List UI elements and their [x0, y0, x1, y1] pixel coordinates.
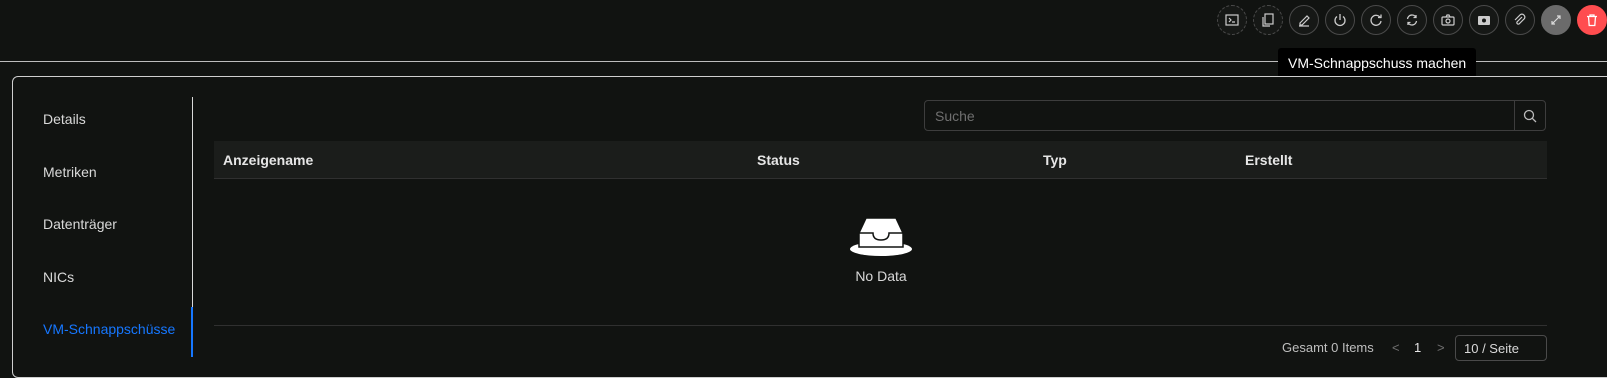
resize-icon — [1551, 15, 1561, 25]
side-menu: Details Metriken Datenträger NICs VM-Sch… — [30, 97, 193, 357]
delete-icon — [1587, 14, 1597, 27]
pagination-prev[interactable]: < — [1392, 340, 1400, 355]
delete-button[interactable] — [1577, 5, 1607, 35]
empty-state-text: No Data — [855, 268, 907, 284]
snapshot-manage-button[interactable] — [1469, 5, 1499, 35]
search-icon — [1523, 109, 1537, 122]
console-icon — [1225, 14, 1239, 26]
menu-item-vm-snapshots[interactable]: VM-Schnappschüsse — [43, 321, 175, 337]
search-button[interactable] — [1514, 101, 1545, 130]
table-header: Anzeigename Status Typ Erstellt — [214, 141, 1547, 179]
edit-icon — [1299, 15, 1310, 27]
snapshot-tooltip: VM-Schnappschuss machen — [1278, 48, 1477, 78]
menu-item-metrics[interactable]: Metriken — [43, 164, 97, 180]
column-header-name[interactable]: Anzeigename — [223, 152, 313, 168]
column-header-status[interactable]: Status — [757, 152, 800, 168]
active-menu-indicator — [191, 307, 193, 357]
clone-icon — [1262, 13, 1274, 27]
restart-icon — [1370, 14, 1382, 26]
search-input[interactable] — [925, 101, 1515, 130]
column-header-created[interactable]: Erstellt — [1245, 152, 1292, 168]
table-bottom-border — [214, 325, 1547, 326]
snapshot-icon — [1478, 16, 1490, 25]
empty-inbox-icon — [850, 217, 912, 256]
menu-item-details[interactable]: Details — [43, 111, 86, 127]
power-icon — [1334, 14, 1346, 27]
search-box — [924, 100, 1546, 131]
pagination-next[interactable]: > — [1437, 340, 1445, 355]
console-button[interactable] — [1217, 5, 1247, 35]
snapshot-button[interactable] — [1433, 5, 1463, 35]
clone-button[interactable] — [1253, 5, 1283, 35]
pagination-total: Gesamt 0 Items — [1282, 340, 1374, 355]
sync-button[interactable] — [1397, 5, 1427, 35]
pagination-page[interactable]: 1 — [1414, 340, 1421, 355]
column-header-type[interactable]: Typ — [1043, 152, 1067, 168]
camera-icon — [1441, 14, 1455, 26]
edit-button[interactable] — [1289, 5, 1319, 35]
power-button[interactable] — [1325, 5, 1355, 35]
attach-button[interactable] — [1505, 5, 1535, 35]
restart-button[interactable] — [1361, 5, 1391, 35]
menu-item-disks[interactable]: Datenträger — [43, 216, 117, 232]
page-size-select[interactable]: 10 / Seite — [1455, 335, 1547, 361]
toolbar — [1211, 5, 1607, 35]
resize-button[interactable] — [1541, 5, 1571, 35]
attach-icon — [1514, 13, 1526, 25]
sync-icon — [1406, 14, 1418, 26]
